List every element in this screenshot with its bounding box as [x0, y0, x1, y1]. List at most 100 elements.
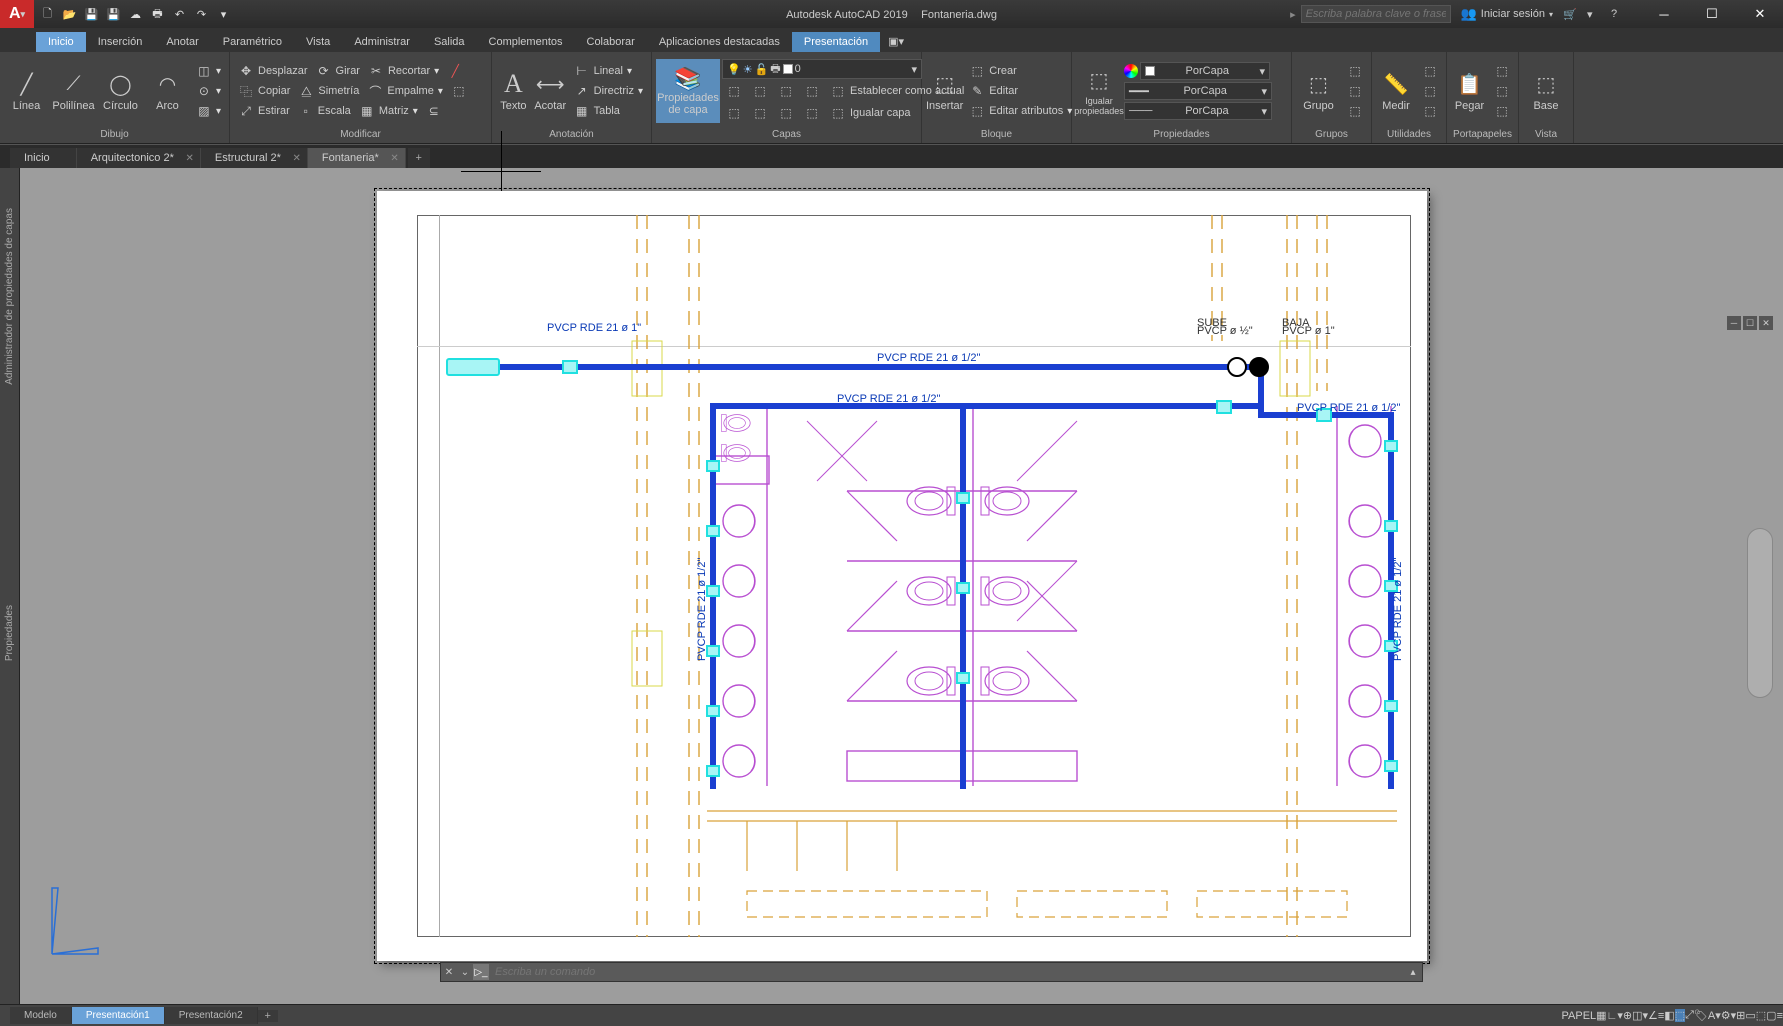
grp-extra1[interactable]: ⬚	[1343, 61, 1367, 81]
tab-vista[interactable]: Vista	[294, 32, 342, 52]
lineweight-selector[interactable]: ━━━PorCapa▾	[1124, 82, 1272, 100]
linetype-selector[interactable]: ───PorCapa▾	[1124, 102, 1272, 120]
group-propiedades-label[interactable]: Propiedades	[1076, 128, 1287, 141]
desplazar-button[interactable]: ✥Desplazar	[234, 61, 312, 81]
exchange-icon[interactable]: 🛒	[1563, 8, 1585, 21]
qat-plot-icon[interactable]: 🖶	[148, 5, 167, 24]
status-isolate-icon[interactable]: ⬚	[1756, 1009, 1766, 1022]
status-clean-icon[interactable]: ▢	[1766, 1009, 1776, 1022]
vp-maximize-icon[interactable]: ☐	[1743, 316, 1757, 330]
matriz-button[interactable]: ▦Matriz▾	[355, 101, 422, 121]
qat-open-icon[interactable]: 📂	[60, 5, 79, 24]
layer-tool3[interactable]: ⬚	[774, 81, 798, 101]
add-layout-button[interactable]: +	[258, 1010, 278, 1022]
layout-tab-presentacion1[interactable]: Presentación1	[72, 1007, 165, 1024]
draw-extra3[interactable]: ▨▾	[192, 101, 225, 121]
qat-cloud-icon[interactable]: ☁	[126, 5, 145, 24]
group-capas-label[interactable]: Capas	[656, 128, 917, 141]
escala-button[interactable]: ▫Escala	[294, 101, 355, 121]
linea-button[interactable]: ╱Línea	[4, 59, 49, 123]
igualar-propiedades-button[interactable]: ⬚Igualar propiedades	[1076, 59, 1122, 123]
propiedades-capa-button[interactable]: 📚Propiedades de capa	[656, 59, 720, 123]
insertar-button[interactable]: ⬚Insertar	[926, 59, 963, 123]
drawing-canvas[interactable]: ─ ☐ ✕	[20, 168, 1783, 1004]
status-hw-icon[interactable]: ▭	[1745, 1009, 1755, 1022]
layer-tool4[interactable]: ⬚	[800, 81, 824, 101]
status-custom-icon[interactable]: ≡	[1777, 1010, 1783, 1022]
layer-selector[interactable]: 💡☀🔓🖶0▾	[722, 59, 922, 79]
navigation-bar[interactable]	[1747, 528, 1773, 698]
add-doctab-button[interactable]: +	[408, 148, 430, 168]
qat-redo-icon[interactable]: ↷	[192, 5, 211, 24]
layer-tool6[interactable]: ⬚	[748, 103, 772, 123]
layout-tab-modelo[interactable]: Modelo	[10, 1007, 72, 1024]
layout-tab-presentacion2[interactable]: Presentación2	[165, 1007, 258, 1024]
simetria-button[interactable]: ⧋Simetría	[294, 81, 363, 101]
status-annoscale-icon[interactable]: ⤢	[1685, 1009, 1694, 1022]
grp-extra2[interactable]: ⬚	[1343, 81, 1367, 101]
util-extra2[interactable]: ⬚	[1418, 81, 1442, 101]
doctab-arquitectonico[interactable]: Arquitectonico 2*✕	[77, 148, 201, 168]
draw-extra2[interactable]: ⊙▾	[192, 81, 225, 101]
command-input[interactable]	[489, 966, 1404, 978]
tabla-button[interactable]: ▦Tabla	[570, 101, 647, 121]
group-bloque-label[interactable]: Bloque	[926, 128, 1067, 141]
qat-more-icon[interactable]: ▾	[214, 5, 233, 24]
tab-anotar[interactable]: Anotar	[154, 32, 210, 52]
girar-button[interactable]: ⟳Girar	[312, 61, 364, 81]
group-dibujo-label[interactable]: Dibujo	[4, 128, 225, 141]
help-icon[interactable]: ?	[1611, 8, 1639, 20]
tab-insercion[interactable]: Inserción	[86, 32, 155, 52]
doctab-fontaneria[interactable]: Fontaneria*✕	[308, 148, 406, 168]
maximize-button[interactable]: ☐	[1689, 0, 1735, 28]
status-ortho-icon[interactable]: ∟▾	[1607, 1009, 1623, 1022]
close-tab-icon[interactable]: ✕	[293, 153, 301, 164]
status-otrack-icon[interactable]: ∠	[1648, 1009, 1658, 1022]
polilinea-button[interactable]: ⟋Polilínea	[51, 59, 96, 123]
minimize-button[interactable]: ─	[1641, 0, 1687, 28]
empalme-button[interactable]: ⌒Empalme▾	[363, 81, 447, 101]
command-line[interactable]: ✕ ⌄ ▷_ ▴	[440, 962, 1423, 982]
draw-extra1[interactable]: ◫▾	[192, 61, 225, 81]
util-extra3[interactable]: ⬚	[1418, 101, 1442, 121]
signin-button[interactable]: 👥Iniciar sesión▾	[1453, 0, 1561, 28]
qat-undo-icon[interactable]: ↶	[170, 5, 189, 24]
crear-button[interactable]: ⬚Crear	[965, 61, 1076, 81]
search-input[interactable]	[1301, 5, 1451, 23]
status-monitor-icon[interactable]: ⊞	[1736, 1009, 1745, 1022]
util-extra1[interactable]: ⬚	[1418, 61, 1442, 81]
circulo-button[interactable]: ◯Círculo	[98, 59, 143, 123]
tab-complementos[interactable]: Complementos	[477, 32, 575, 52]
igualar-capa-button[interactable]: ⬚Igualar capa	[826, 103, 915, 123]
vp-minimize-icon[interactable]: ─	[1727, 316, 1741, 330]
pegar-button[interactable]: 📋Pegar	[1451, 59, 1488, 123]
tab-administrar[interactable]: Administrar	[342, 32, 422, 52]
status-transparency-icon[interactable]: ◧	[1664, 1009, 1674, 1022]
close-tab-icon[interactable]: ✕	[185, 153, 193, 164]
layer-manager-panel-tab[interactable]: Administrador de propiedades de capas	[4, 208, 15, 385]
explode-icon[interactable]: ⬚	[447, 81, 471, 101]
app-logo[interactable]: A▾	[0, 0, 34, 28]
doctab-estructural[interactable]: Estructural 2*✕	[201, 148, 308, 168]
group-vista-label[interactable]: Vista	[1523, 128, 1569, 141]
copiar-button[interactable]: ⿻Copiar	[234, 81, 294, 101]
tab-expand-icon[interactable]: ▣▾	[880, 31, 912, 52]
offset-icon[interactable]: ⊆	[422, 101, 446, 121]
layer-tool2[interactable]: ⬚	[748, 81, 772, 101]
clip-extra3[interactable]: ⬚	[1490, 101, 1514, 121]
arco-button[interactable]: ◠Arco	[145, 59, 190, 123]
tab-colaborar[interactable]: Colaborar	[575, 32, 647, 52]
recortar-button[interactable]: ✂Recortar▾	[364, 61, 443, 81]
layer-tool1[interactable]: ⬚	[722, 81, 746, 101]
qat-saveas-icon[interactable]: 💾	[104, 5, 123, 24]
space-toggle[interactable]: PAPEL	[1562, 1010, 1597, 1022]
grupo-button[interactable]: ⬚Grupo	[1296, 59, 1341, 123]
status-scale-icon[interactable]: A▾	[1708, 1009, 1721, 1022]
a360-icon[interactable]: ▾	[1587, 8, 1609, 21]
group-utilidades-label[interactable]: Utilidades	[1376, 128, 1442, 141]
layer-tool7[interactable]: ⬚	[774, 103, 798, 123]
group-grupos-label[interactable]: Grupos	[1296, 128, 1367, 141]
layer-tool5[interactable]: ⬚	[722, 103, 746, 123]
cmd-close-icon[interactable]: ✕	[441, 964, 457, 980]
tab-inicio[interactable]: Inicio	[36, 32, 86, 52]
